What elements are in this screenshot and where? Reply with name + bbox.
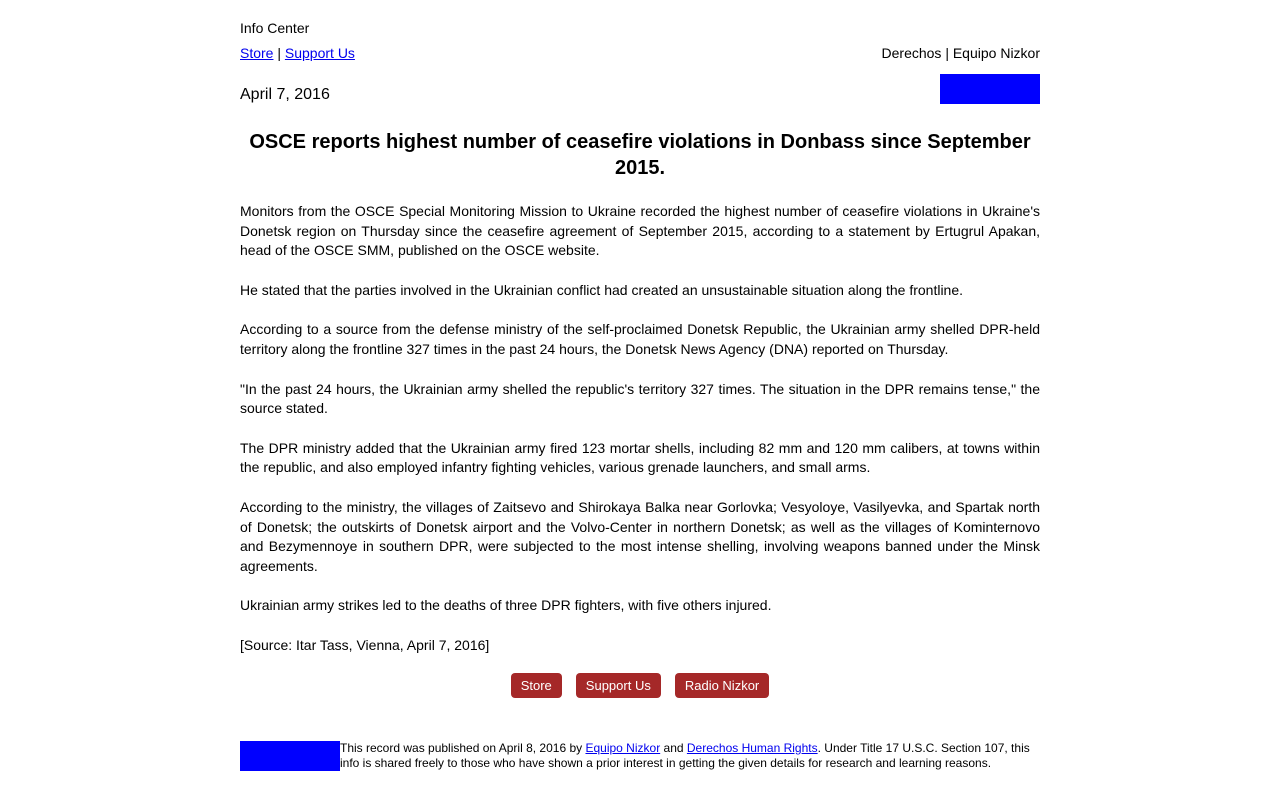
footer-notice: This record was published on April 8, 20…	[340, 741, 1040, 771]
support-us-link[interactable]: Support Us	[285, 45, 355, 61]
footer-text-start: This record was published on April 8, 20…	[340, 741, 586, 755]
org-name: Derechos | Equipo Nizkor	[881, 45, 1040, 61]
top-links: Store | Support Us	[240, 45, 355, 62]
info-center-label: Info Center	[240, 20, 310, 36]
footer-logo	[240, 741, 340, 771]
footer-and: and	[660, 741, 687, 755]
equipo-nizkor-link[interactable]: Equipo Nizkor	[585, 741, 660, 755]
article-date: April 7, 2016	[240, 86, 330, 103]
store-link[interactable]: Store	[240, 45, 273, 61]
article-body: Monitors from the OSCE Special Monitorin…	[240, 202, 1040, 676]
article-paragraph: According to the ministry, the villages …	[240, 498, 1040, 574]
article-paragraph: The DPR ministry added that the Ukrainia…	[240, 439, 1040, 476]
article-paragraph: "In the past 24 hours, the Ukrainian arm…	[240, 380, 1040, 417]
derechos-link[interactable]: Derechos Human Rights	[687, 741, 818, 755]
store-button[interactable]: Store	[510, 673, 562, 698]
radio-nizkor-button[interactable]: Radio Nizkor	[674, 673, 770, 698]
article-paragraph: He stated that the parties involved in t…	[240, 281, 964, 298]
article-headline: OSCE reports highest number of ceasefire…	[249, 131, 1031, 179]
footer: This record was published on April 8, 20…	[240, 741, 1040, 771]
support-us-button[interactable]: Support Us	[575, 673, 661, 698]
article-paragraph: Ukrainian army strikes led to the deaths…	[240, 597, 772, 614]
action-buttons: Store Support Us Radio Nizkor	[240, 673, 1040, 698]
link-separator: |	[273, 45, 285, 61]
article-paragraph: According to a source from the defense m…	[240, 321, 1040, 357]
header-logo	[940, 74, 1040, 104]
source-line: [Source: Itar Tass, Vienna, April 7, 201…	[240, 636, 490, 653]
article-paragraph: Monitors from the OSCE Special Monitorin…	[240, 203, 1040, 259]
